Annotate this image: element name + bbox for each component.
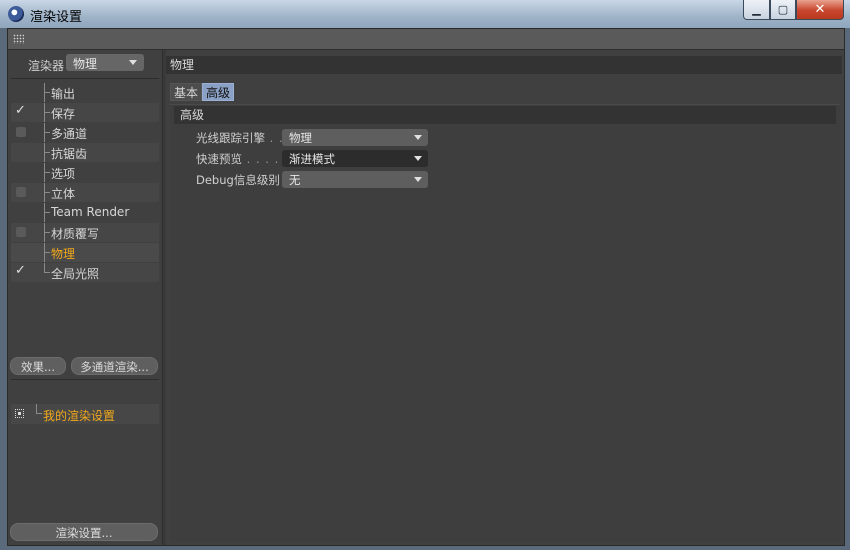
param-label-text: Debug信息级别 xyxy=(196,173,280,187)
tree-line xyxy=(36,413,42,414)
sidebar-item-team-render[interactable]: Team Render xyxy=(11,203,159,222)
tab-bar: 基本 高级 xyxy=(170,83,235,101)
sidebar-item-label: 立体 xyxy=(51,187,76,201)
minimize-button[interactable]: ▁ xyxy=(743,0,770,20)
window-title: 渲染设置 xyxy=(30,10,83,25)
label-dots: . . xyxy=(265,131,284,145)
debug-level-label: Debug信息级别 xyxy=(196,172,280,188)
tree-line xyxy=(44,252,50,253)
multipass-render-button[interactable]: 多通道渲染... xyxy=(71,357,158,375)
sidebar-item-label: 多通道 xyxy=(51,127,88,141)
cinema4d-logo-icon xyxy=(8,6,24,22)
sidebar-item-stereoscopic[interactable]: 立体 xyxy=(11,183,159,202)
sidebar-item-label: 抗锯齿 xyxy=(51,147,88,161)
param-value: 物理 xyxy=(289,131,312,145)
sidebar-item-physical[interactable]: 物理 xyxy=(11,243,159,262)
title-bar[interactable]: 渲染设置 ▁ ▢ ✕ xyxy=(0,0,850,28)
sidebar-item-label: Team Render xyxy=(51,205,130,219)
tree-line xyxy=(44,112,50,113)
param-label-text: 快速预览 xyxy=(196,152,242,166)
tab-basic[interactable]: 基本 xyxy=(170,83,203,101)
toolbar-strip xyxy=(8,29,844,50)
chevron-down-icon xyxy=(414,135,422,140)
sidebar-item-global-illumination[interactable]: ✓ 全局光照 xyxy=(11,263,159,282)
tree-line xyxy=(44,272,50,273)
group-title: 高级 xyxy=(174,106,836,124)
param-label-text: 光线跟踪引擎 xyxy=(196,131,265,145)
checkbox[interactable] xyxy=(16,127,26,137)
param-value: 渐进模式 xyxy=(289,152,335,166)
raytracing-engine-label: 光线跟踪引擎 . . xyxy=(196,130,284,146)
chevron-down-icon xyxy=(129,60,137,65)
checkmark-icon[interactable]: ✓ xyxy=(15,263,26,278)
effects-button[interactable]: 效果... xyxy=(10,357,66,375)
preset-item[interactable]: 我的渲染设置 xyxy=(11,404,159,424)
tree-line xyxy=(44,172,50,173)
left-panel: 渲染器 物理 输出 ✓ 保存 多通道 抗锯齿 选项 立体 Team Render 材质覆写 物理 ✓… xyxy=(8,50,161,545)
debug-level-dropdown[interactable]: 无 xyxy=(282,171,428,188)
tree-line xyxy=(44,132,50,133)
param-value: 无 xyxy=(289,173,301,187)
renderer-value: 物理 xyxy=(73,57,98,71)
advanced-group: 高级 光线跟踪引擎 . . 物理 快速预览 . . . . . . 渐进模式 D… xyxy=(170,104,840,543)
sidebar-item-label: 材质覆写 xyxy=(51,227,100,241)
chevron-down-icon xyxy=(414,156,422,161)
preset-icon xyxy=(15,409,24,418)
preset-label: 我的渲染设置 xyxy=(43,409,116,423)
close-button[interactable]: ✕ xyxy=(796,0,844,20)
checkbox[interactable] xyxy=(16,227,26,237)
tree-line xyxy=(44,232,50,233)
sidebar-item-label: 全局光照 xyxy=(51,267,100,281)
grip-icon[interactable] xyxy=(13,34,24,44)
right-panel: 物理 基本 高级 高级 光线跟踪引擎 . . 物理 快速预览 . . . . .… xyxy=(166,50,844,545)
sidebar-item-output[interactable]: 输出 xyxy=(11,83,159,102)
sidebar-item-label: 物理 xyxy=(51,247,76,261)
tab-advanced[interactable]: 高级 xyxy=(202,83,235,101)
dialog-body: 渲染器 物理 输出 ✓ 保存 多通道 抗锯齿 选项 立体 Team Render 材质覆写 物理 ✓… xyxy=(7,28,845,546)
sidebar-item-label: 保存 xyxy=(51,107,76,121)
renderer-label: 渲染器 xyxy=(28,59,65,73)
chevron-down-icon xyxy=(414,177,422,182)
tree-line xyxy=(44,192,50,193)
maximize-button[interactable]: ▢ xyxy=(770,0,796,20)
render-settings-button[interactable]: 渲染设置... xyxy=(10,523,158,541)
quick-preview-dropdown[interactable]: 渐进模式 xyxy=(282,150,428,167)
sidebar-item-options[interactable]: 选项 xyxy=(11,163,159,182)
tree-line xyxy=(44,92,50,93)
renderer-row: 渲染器 物理 xyxy=(8,53,161,73)
divider xyxy=(11,78,159,79)
checkbox[interactable] xyxy=(16,187,26,197)
sidebar-item-label: 输出 xyxy=(51,87,76,101)
tree-line xyxy=(44,212,50,213)
renderer-dropdown[interactable]: 物理 xyxy=(66,54,144,71)
divider xyxy=(11,379,159,380)
sidebar-item-save[interactable]: ✓ 保存 xyxy=(11,103,159,122)
window-controls: ▁ ▢ ✕ xyxy=(743,0,844,20)
sidebar-item-material-override[interactable]: 材质覆写 xyxy=(11,223,159,242)
checkmark-icon[interactable]: ✓ xyxy=(15,103,26,118)
raytracing-engine-dropdown[interactable]: 物理 xyxy=(282,129,428,146)
sidebar-item-antialiasing[interactable]: 抗锯齿 xyxy=(11,143,159,162)
tree-line xyxy=(44,152,50,153)
section-title: 物理 xyxy=(166,56,842,74)
sidebar-item-label: 选项 xyxy=(51,167,76,181)
sidebar-item-multipass[interactable]: 多通道 xyxy=(11,123,159,142)
